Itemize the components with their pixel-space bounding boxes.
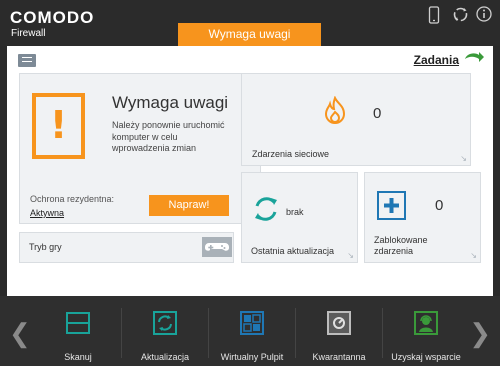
gamepad-icon[interactable]: [202, 237, 232, 257]
brand-logo: COMODO: [10, 8, 95, 27]
nav-quarantine[interactable]: Kwarantanna: [295, 304, 383, 362]
update-status: brak: [286, 207, 304, 217]
last-update-label: Ostatnia aktualizacja: [251, 246, 335, 256]
warning-icon: !: [32, 93, 85, 159]
main-panel: Zadania ! Wymaga uwagi Należy ponownie u…: [7, 46, 493, 296]
arrow-right-icon[interactable]: [463, 50, 485, 69]
refresh-icon[interactable]: [452, 6, 468, 24]
info-icon[interactable]: [476, 6, 492, 24]
support-icon: [414, 311, 438, 335]
warning-message: Należy ponownie uruchomić komputer w cel…: [112, 120, 225, 153]
nav-support-label: Uzyskaj wsparcie: [391, 352, 461, 362]
warning-panel: ! Wymaga uwagi Należy ponownie uruchomić…: [19, 73, 261, 224]
titlebar-icons: [428, 6, 492, 24]
game-mode-panel: Tryb gry: [19, 232, 234, 263]
fix-button[interactable]: Napraw!: [149, 195, 229, 216]
protection-label: Ochrona rezydentna:: [30, 194, 115, 204]
quarantine-icon: [327, 311, 351, 335]
expand-corner-icon: ↘: [347, 251, 354, 260]
nav-scan-label: Skanuj: [64, 352, 92, 362]
update-icon: [153, 311, 177, 335]
update-icon: [252, 195, 280, 228]
blocked-events-count: 0: [435, 197, 444, 214]
nav-quarantine-label: Kwarantanna: [312, 352, 366, 362]
nav-virtual-desktop-label: Wirtualny Pulpit: [220, 352, 284, 362]
network-events-panel[interactable]: 0 Zdarzenia sieciowe ↘: [241, 73, 471, 166]
virtual-desktop-icon: [240, 311, 264, 335]
warning-title: Wymaga uwagi: [112, 93, 229, 112]
chevron-right-icon[interactable]: ❯: [469, 318, 491, 349]
last-update-panel[interactable]: brak Ostatnia aktualizacja ↘: [241, 172, 358, 263]
bottom-nav: ❮ Skanuj Aktualizacja Wirtualny Pulpit K…: [0, 296, 500, 366]
nav-scan[interactable]: Skanuj: [34, 304, 122, 362]
tasks-link[interactable]: Zadania: [414, 50, 485, 69]
expand-corner-icon: ↘: [470, 251, 477, 260]
scan-icon: [66, 311, 90, 335]
blocked-events-label: Zablokowane zdarzenia: [374, 235, 428, 256]
status-tab[interactable]: Wymaga uwagi: [178, 23, 321, 46]
nav-virtual-desktop[interactable]: Wirtualny Pulpit: [208, 304, 296, 362]
title-bar: COMODO Firewall Wymaga uwagi: [0, 0, 500, 46]
nav-support[interactable]: Uzyskaj wsparcie: [382, 304, 470, 362]
protection-status-link[interactable]: Aktywna: [30, 208, 64, 218]
menu-icon[interactable]: [18, 54, 36, 67]
expand-corner-icon: ↘: [460, 154, 467, 163]
blocked-events-panel[interactable]: 0 Zablokowane zdarzenia ↘: [364, 172, 481, 263]
fire-icon: [322, 95, 348, 131]
game-mode-label: Tryb gry: [29, 242, 62, 252]
blocked-plus-icon: [377, 191, 406, 220]
nav-update[interactable]: Aktualizacja: [121, 304, 209, 362]
network-events-count: 0: [373, 105, 382, 122]
phone-icon[interactable]: [428, 6, 444, 24]
chevron-left-icon[interactable]: ❮: [9, 318, 31, 349]
product-name: Firewall: [11, 28, 46, 39]
network-events-label: Zdarzenia sieciowe: [252, 149, 330, 159]
nav-update-label: Aktualizacja: [140, 352, 190, 362]
tasks-label[interactable]: Zadania: [414, 53, 459, 67]
